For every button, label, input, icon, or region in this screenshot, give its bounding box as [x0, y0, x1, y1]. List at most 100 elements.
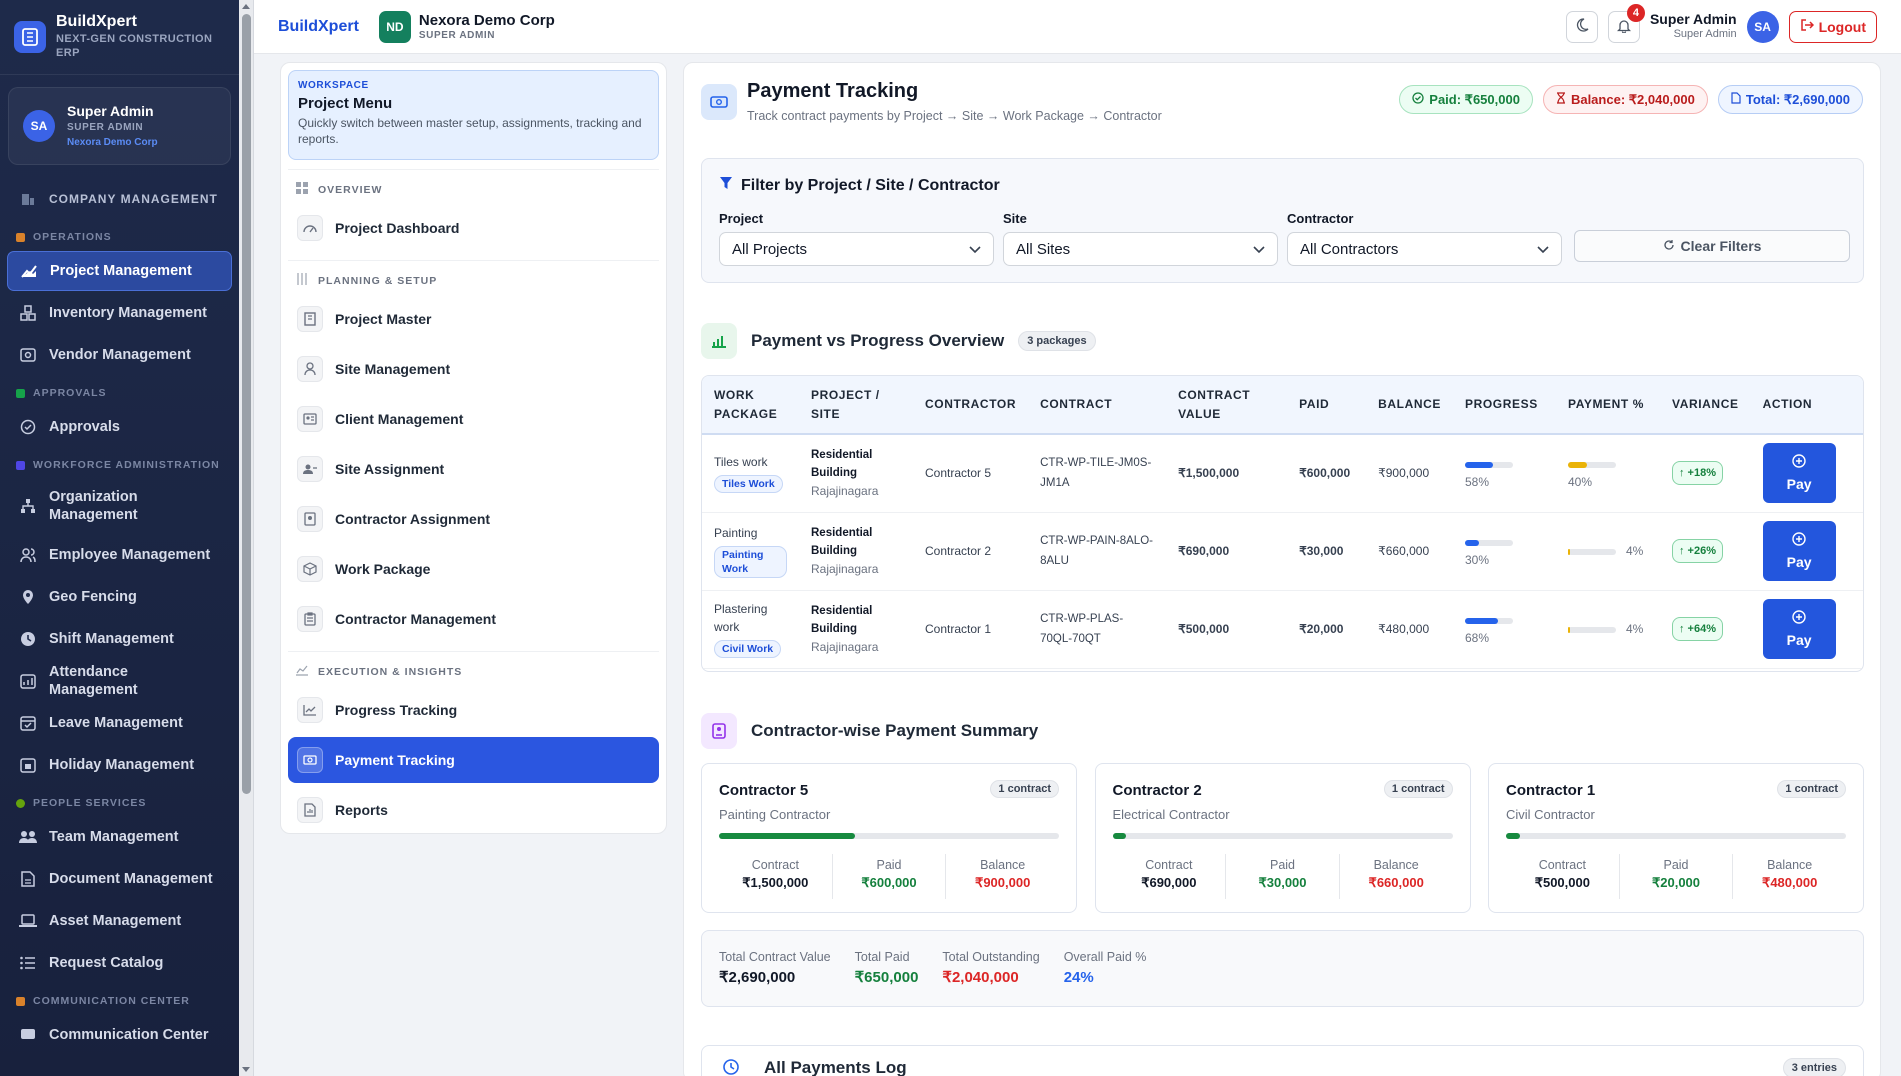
contractor-summary-card[interactable]: Contractor 1 Civil Contractor 1 contract Co…: [1488, 763, 1864, 913]
menu-item-label: Payment Tracking: [335, 752, 455, 768]
stat-value: ₹500,000: [1534, 875, 1590, 890]
project-select[interactable]: All Projects: [719, 232, 994, 266]
column-header: VARIANCE: [1659, 376, 1751, 435]
menu-item-reports[interactable]: Reports: [288, 787, 659, 833]
sidebar-item-request-catalog[interactable]: Request Catalog: [7, 943, 232, 983]
menu-item-client-management[interactable]: Client Management: [288, 396, 659, 442]
notification-count-badge: 4: [1626, 3, 1645, 22]
pill-label: Total: ₹2,690,000: [1745, 91, 1850, 107]
sidebar-item-shift-management[interactable]: Shift Management: [7, 619, 232, 659]
sidebar-user-card[interactable]: SA Super Admin SUPER ADMIN Nexora Demo C…: [8, 87, 231, 165]
sidebar-item-inventory-management[interactable]: Inventory Management: [7, 293, 232, 333]
boxes-icon: [19, 304, 37, 322]
column-header: ACTION: [1750, 376, 1863, 435]
menu-item-payment-tracking[interactable]: Payment Tracking: [288, 737, 659, 783]
org-switcher[interactable]: Nexora Demo Corp SUPER ADMIN: [419, 12, 555, 42]
list-icon: [19, 954, 37, 972]
contractor-summary-card[interactable]: Contractor 5 Painting Contractor 1 contrac…: [701, 763, 1077, 913]
sidebar-item-leave-management[interactable]: Leave Management: [7, 703, 232, 743]
menu-item-project-master[interactable]: Project Master: [288, 296, 659, 342]
column-header: CONTRACT VALUE: [1166, 376, 1288, 435]
filter-title-label: Filter by Project / Site / Contractor: [741, 176, 1000, 194]
section-icon: [16, 232, 25, 242]
menu-section-overview: OVERVIEW: [288, 169, 659, 201]
totals-panel: Total Contract Value ₹2,690,000 Total Pa…: [701, 930, 1864, 1007]
pay-label: Pay: [1786, 553, 1812, 570]
sidebar-item-attendance-management[interactable]: Attendance Management: [7, 661, 232, 701]
scrollbar-thumb[interactable]: [242, 14, 251, 794]
site-select[interactable]: All Sites: [1003, 232, 1278, 266]
total-summary-pill: Total: ₹2,690,000: [1717, 85, 1863, 114]
contractor-summary-card[interactable]: Contractor 2 Electrical Contractor 1 contr…: [1094, 763, 1471, 913]
column-header: PAID: [1287, 376, 1367, 435]
theme-toggle-button[interactable]: [1565, 10, 1598, 43]
sidebar-item-communication-center[interactable]: Communication Center: [7, 1015, 232, 1055]
scroll-down-icon[interactable]: [242, 1067, 250, 1072]
paid-cell: ₹600,000: [1287, 434, 1367, 513]
menu-item-project-dashboard[interactable]: Project Dashboard: [288, 205, 659, 251]
sidebar-item-employee-management[interactable]: Employee Management: [7, 535, 232, 575]
pay-button[interactable]: Pay: [1762, 599, 1836, 659]
sidebar-item-company-management[interactable]: COMPANY MANAGEMENT: [7, 179, 232, 219]
calendar-chart-icon: [19, 672, 37, 690]
notifications-button[interactable]: 4: [1607, 3, 1645, 43]
stat-value: ₹600,000: [861, 875, 917, 890]
pay-button[interactable]: Pay: [1762, 521, 1836, 581]
contractor-filter-label: Contractor: [1287, 211, 1354, 226]
pay-button[interactable]: Pay: [1762, 443, 1836, 504]
menu-item-label: Client Management: [335, 411, 464, 427]
line-chart-icon: [297, 697, 323, 723]
menu-item-work-package[interactable]: Work Package: [288, 546, 659, 592]
progress-text: 68%: [1464, 631, 1490, 645]
sidebar-item-team-management[interactable]: Team Management: [7, 817, 232, 857]
project-name: Residential Building: [811, 605, 873, 635]
payment-fill: [1567, 462, 1588, 469]
sidebar-item-document-management[interactable]: Document Management: [7, 859, 232, 899]
logout-button[interactable]: Logout: [1788, 10, 1877, 43]
work-package-name: Plastering work: [714, 602, 768, 634]
building-icon: [14, 21, 46, 53]
topbar-user[interactable]: Super Admin Super Admin: [1650, 11, 1737, 42]
payment-bar: [1567, 548, 1616, 555]
section-label: WORKFORCE ADMINISTRATION: [33, 459, 220, 471]
balance-cell: ₹660,000: [1366, 512, 1453, 591]
total-value: 24%: [1063, 969, 1094, 986]
sidebar-item-approvals[interactable]: Approvals: [7, 407, 232, 447]
topbar-brand[interactable]: BuildXpert: [278, 18, 359, 36]
sidebar-item-label: COMPANY MANAGEMENT: [49, 192, 218, 206]
sidebar-item-project-management[interactable]: Project Management: [7, 251, 232, 291]
calendar-check-icon: [19, 714, 37, 732]
progress-text: 58%: [1464, 475, 1490, 490]
org-name: Nexora Demo Corp: [418, 11, 555, 29]
sidebar-item-holiday-management[interactable]: Holiday Management: [7, 745, 232, 785]
sidebar-item-asset-management[interactable]: Asset Management: [7, 901, 232, 941]
total-outstanding: Total Outstanding ₹2,040,000: [942, 949, 1039, 988]
total-paid: Total Paid ₹650,000: [855, 949, 919, 988]
work-type-tag: Tiles Work: [714, 475, 783, 494]
contractor-select[interactable]: All Contractors: [1287, 232, 1562, 266]
project-filter-label: Project: [719, 211, 764, 226]
column-header: CONTRACT: [1028, 376, 1167, 435]
project-site-cell: Residential Building Rajajinagara: [799, 434, 913, 513]
menu-item-progress-tracking[interactable]: Progress Tracking: [288, 687, 659, 733]
menu-item-site-assignment[interactable]: Site Assignment: [288, 446, 659, 492]
menu-item-site-management[interactable]: Site Management: [288, 346, 659, 392]
variance-badge: ↑ +64%: [1671, 617, 1723, 641]
contract-value-cell: ₹500,000: [1166, 590, 1288, 669]
sidebar-item-geo-fencing[interactable]: Geo Fencing: [7, 577, 232, 617]
sidebar-item-vendor-management[interactable]: Vendor Management: [7, 335, 232, 375]
scroll-up-icon[interactable]: [242, 4, 250, 9]
progress-fill: [1464, 462, 1493, 469]
avatar[interactable]: SA: [1746, 10, 1779, 43]
menu-item-contractor-assignment[interactable]: Contractor Assignment: [288, 496, 659, 542]
sidebar-brand[interactable]: BuildXpert NEXT-GEN CONSTRUCTION ERP: [0, 0, 239, 75]
payments-log-section[interactable]: All Payments Log 3 entries: [701, 1045, 1864, 1076]
menu-item-contractor-management[interactable]: Contractor Management: [288, 596, 659, 642]
pill-label: Balance: ₹2,040,000: [1570, 91, 1695, 107]
balance-cell: ₹480,000: [1366, 590, 1453, 669]
section-label: OVERVIEW: [318, 183, 383, 196]
sidebar-scrollbar[interactable]: [239, 0, 254, 1076]
stat-label: Contract: [1145, 858, 1193, 872]
clear-filters-button[interactable]: Clear Filters: [1574, 230, 1850, 262]
sidebar-item-organization-management[interactable]: Organization Management: [7, 479, 232, 533]
